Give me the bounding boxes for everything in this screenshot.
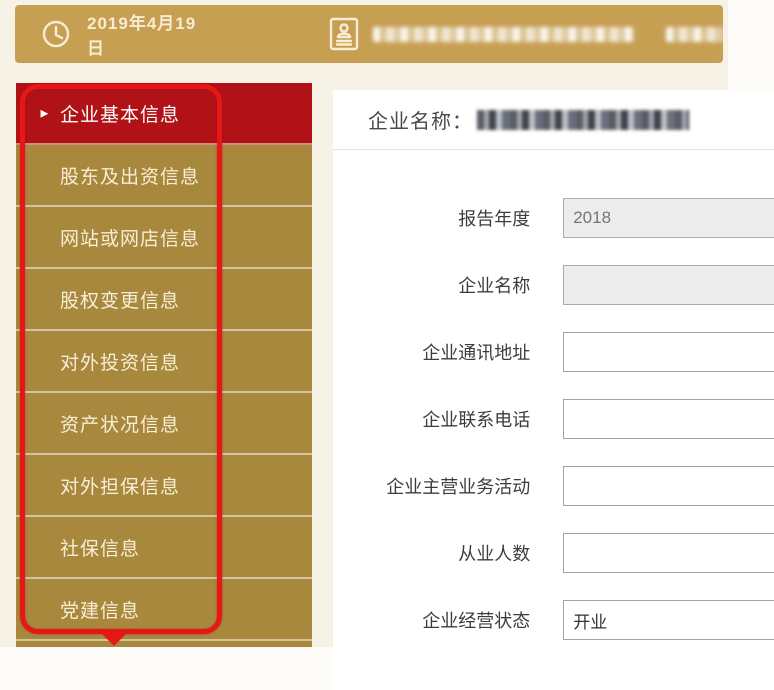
sidebar-item-label: 党建信息 xyxy=(60,596,140,623)
sidebar-item-party-building[interactable]: 党建信息 xyxy=(16,579,312,641)
company-name-title-label: 企业名称： xyxy=(368,105,473,134)
sidebar-item-label: 对外担保信息 xyxy=(60,472,180,499)
sidebar-item-label: 网站或网店信息 xyxy=(60,224,200,251)
business-license-icon xyxy=(329,17,359,51)
company-name-input[interactable] xyxy=(563,265,774,305)
panel-header: 企业名称： xyxy=(333,90,774,150)
employees-label: 从业人数 xyxy=(333,540,530,566)
company-name-value-redacted xyxy=(573,275,769,296)
company-name-title-redacted xyxy=(477,110,689,130)
phone-label: 企业联系电话 xyxy=(333,406,530,432)
sidebar-menu: ► 企业基本信息 股东及出资信息 网站或网店信息 股权变更信息 对外投资信息 资… xyxy=(16,83,312,647)
form-row-business-status: 企业经营状态 xyxy=(333,600,774,640)
sidebar-item-label: 社保信息 xyxy=(60,534,140,561)
phone-input[interactable] xyxy=(563,399,774,439)
sidebar-item-website[interactable]: 网站或网店信息 xyxy=(16,207,312,269)
business-status-select[interactable] xyxy=(563,600,774,640)
sidebar-item-label: 对外投资信息 xyxy=(60,348,180,375)
sidebar-item-label: 企业基本信息 xyxy=(60,100,180,127)
content-panel: 企业名称： 报告年度 企业名称 企业通讯地址 企业联系电话 企业主营业务活动 从… xyxy=(333,90,774,690)
sidebar-item-social-security[interactable]: 社保信息 xyxy=(16,517,312,579)
top-bar: 2019年4月19日 xyxy=(15,5,723,63)
company-name-redacted xyxy=(373,27,634,42)
sidebar-item-equity-change[interactable]: 股权变更信息 xyxy=(16,269,312,331)
report-year-input[interactable] xyxy=(563,198,774,238)
sidebar-item-label: 资产状况信息 xyxy=(60,410,180,437)
sidebar-item-external-investment[interactable]: 对外投资信息 xyxy=(16,331,312,393)
main-business-label: 企业主营业务活动 xyxy=(333,473,530,499)
main-business-input[interactable] xyxy=(563,466,774,506)
company-name-label: 企业名称 xyxy=(333,272,530,298)
sidebar-item-label: 股东及出资信息 xyxy=(60,162,200,189)
current-date: 2019年4月19日 xyxy=(87,9,209,59)
annual-report-form: 报告年度 企业名称 企业通讯地址 企业联系电话 企业主营业务活动 从业人数 企业… xyxy=(333,150,774,640)
user-name-redacted[interactable] xyxy=(666,27,724,42)
form-row-address: 企业通讯地址 xyxy=(333,332,774,372)
form-row-report-year: 报告年度 xyxy=(333,198,774,238)
sidebar-item-assets[interactable]: 资产状况信息 xyxy=(16,393,312,455)
employees-input[interactable] xyxy=(563,533,774,573)
active-arrow-icon: ► xyxy=(38,106,52,121)
clock-icon xyxy=(41,19,71,49)
sidebar-item-label: 股权变更信息 xyxy=(60,286,180,313)
address-label: 企业通讯地址 xyxy=(333,339,530,365)
form-row-employees: 从业人数 xyxy=(333,533,774,573)
sidebar-item-guarantees[interactable]: 对外担保信息 xyxy=(16,455,312,517)
form-row-main-business: 企业主营业务活动 xyxy=(333,466,774,506)
report-year-label: 报告年度 xyxy=(333,205,530,231)
sidebar-item-basic-info[interactable]: ► 企业基本信息 xyxy=(16,83,312,145)
form-row-phone: 企业联系电话 xyxy=(333,399,774,439)
business-status-label: 企业经营状态 xyxy=(333,607,530,633)
address-input[interactable] xyxy=(563,332,774,372)
form-row-company-name: 企业名称 xyxy=(333,265,774,305)
sidebar-item-shareholders[interactable]: 股东及出资信息 xyxy=(16,145,312,207)
